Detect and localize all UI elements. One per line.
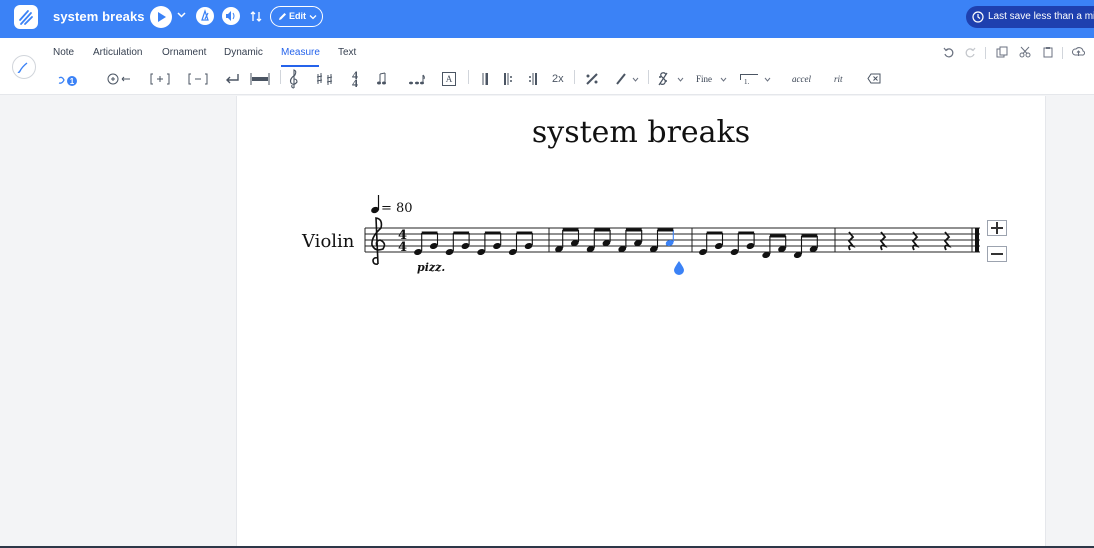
tempo-marking[interactable]: = 80 [370,195,413,216]
quarter-rest[interactable] [847,231,856,251]
expression-text[interactable]: pizz. [417,261,445,274]
quarter-rest[interactable] [911,231,920,251]
plus-icon [991,222,1003,234]
treble-clef[interactable] [371,217,386,265]
quarter-rest[interactable] [943,231,952,251]
minus-icon [991,253,1003,255]
increase-staff-size-button[interactable] [987,220,1007,236]
instrument-name[interactable]: Violin [301,231,355,252]
score-system: = 80 Violin 4 4 pizz. [301,195,980,275]
note-drag-handle-icon[interactable] [674,261,684,275]
tempo-text: = 80 [381,201,413,216]
decrease-staff-size-button[interactable] [987,246,1007,262]
final-barline [975,228,979,252]
time-signature-bottom[interactable]: 4 [398,240,407,255]
quarter-rest[interactable] [879,231,888,251]
